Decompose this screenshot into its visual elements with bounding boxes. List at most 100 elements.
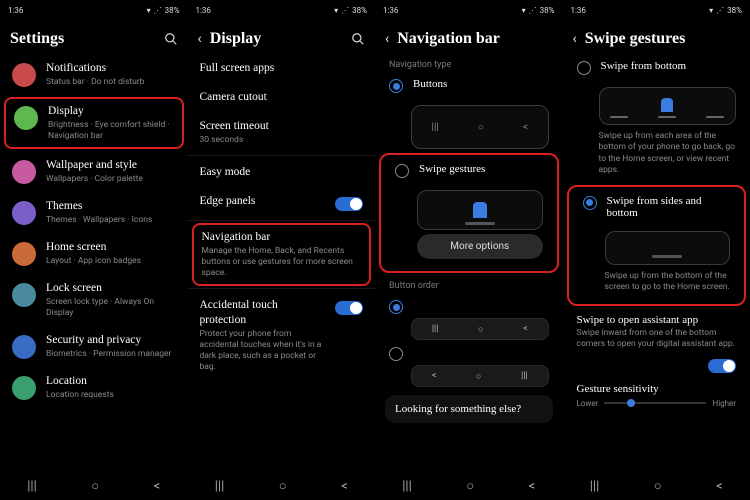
- status-bar: 1:36 ▾ ⋰ 38%: [0, 0, 188, 20]
- radio-swipe-option[interactable]: Swipe gestures: [381, 157, 557, 184]
- order-option-2[interactable]: [375, 342, 563, 361]
- looking-for-something[interactable]: Looking for something else?: [385, 395, 553, 423]
- display-list[interactable]: Full screen appsCamera cutoutScreen time…: [188, 54, 376, 472]
- recents-button[interactable]: |||: [590, 479, 600, 494]
- recents-button[interactable]: |||: [27, 479, 37, 494]
- settings-row-security-and-privacy[interactable]: Security and privacyBiometrics · Permiss…: [0, 326, 188, 367]
- display-row-edge-panels[interactable]: Edge panels: [188, 187, 376, 218]
- recents-button[interactable]: |||: [402, 479, 412, 494]
- row-label: Lock screen: [46, 281, 176, 296]
- gesture-sensitivity[interactable]: Gesture sensitivity: [563, 377, 750, 397]
- status-icons: ▾ ⋰ 38%: [334, 6, 367, 15]
- display-row-accidental-touch-protection[interactable]: Accidental touch protectionProtect your …: [188, 291, 376, 380]
- row-label: Navigation bar: [202, 230, 362, 245]
- row-sub: Wallpapers · Color palette: [46, 174, 176, 185]
- sens-slider-row[interactable]: Lower Higher: [563, 397, 750, 410]
- from-bottom-desc: Swipe up from each area of the bottom of…: [563, 129, 750, 183]
- display-row-navigation-bar[interactable]: Navigation barManage the Home, Back, and…: [192, 223, 372, 286]
- display-row-full-screen-apps[interactable]: Full screen apps: [188, 54, 376, 83]
- signal-icon: ⋰: [529, 6, 537, 15]
- assist-toggle[interactable]: [708, 359, 736, 373]
- status-icons: ▾ ⋰ 38%: [709, 6, 742, 15]
- swipe-assistant-row[interactable]: Swipe to open assistant app Swipe inward…: [563, 308, 750, 356]
- radio-buttons-option[interactable]: Buttons: [375, 72, 563, 99]
- sens-lower: Lower: [577, 399, 599, 408]
- radio-icon[interactable]: [583, 196, 597, 210]
- recents-button[interactable]: |||: [215, 479, 225, 494]
- display-row-screen-timeout[interactable]: Screen timeout30 seconds: [188, 112, 376, 153]
- screen-swipe-gestures: 1:36 ▾ ⋰ 38% ‹ Swipe gestures Swipe from…: [563, 0, 750, 500]
- radio-icon[interactable]: [389, 347, 403, 361]
- from-bottom-preview: [599, 87, 737, 125]
- page-title: Settings: [10, 30, 156, 48]
- display-row-camera-cutout[interactable]: Camera cutout: [188, 83, 376, 112]
- radio-icon[interactable]: [389, 300, 403, 314]
- settings-row-home-screen[interactable]: Home screenLayout · App icon badges: [0, 233, 188, 274]
- settings-row-notifications[interactable]: NotificationsStatus bar · Do not disturb: [0, 54, 188, 95]
- toggle[interactable]: [335, 301, 363, 315]
- gesture-bars: [610, 116, 724, 118]
- page-title: Swipe gestures: [585, 30, 740, 48]
- home-button[interactable]: ○: [91, 478, 99, 494]
- wifi-icon: ▾: [334, 6, 338, 15]
- radio-swipe-from-sides[interactable]: Swipe from sides and bottom: [569, 189, 745, 225]
- gesture-pill: [465, 222, 495, 225]
- radio-label: Swipe from bottom: [601, 60, 687, 72]
- system-nav[interactable]: ||| ○ <: [563, 472, 750, 500]
- radio-icon[interactable]: [395, 164, 409, 178]
- settings-row-display[interactable]: DisplayBrightness · Eye comfort shield ·…: [4, 97, 184, 149]
- settings-row-lock-screen[interactable]: Lock screenScreen lock type · Always On …: [0, 274, 188, 326]
- back-button[interactable]: <: [341, 479, 348, 494]
- battery-text: 38%: [540, 6, 555, 15]
- row-label: Security and privacy: [46, 333, 176, 348]
- row-sub: Protect your phone from accidental touch…: [200, 329, 326, 373]
- swipe-options[interactable]: Swipe from bottom Swipe up from each are…: [563, 54, 750, 472]
- gesture-handle-icon: [661, 98, 673, 112]
- back-icon[interactable]: ‹: [573, 31, 577, 47]
- radio-icon[interactable]: [389, 79, 403, 93]
- row-label: Display: [48, 104, 174, 119]
- settings-list[interactable]: NotificationsStatus bar · Do not disturb…: [0, 54, 188, 472]
- recents-glyph: |||: [521, 371, 528, 381]
- back-icon[interactable]: ‹: [198, 31, 202, 47]
- back-button[interactable]: <: [529, 479, 536, 494]
- screen-settings: 1:36 ▾ ⋰ 38% Settings NotificationsStatu…: [0, 0, 188, 500]
- order-option-1[interactable]: [375, 293, 563, 314]
- home-button[interactable]: ○: [466, 478, 474, 494]
- row-label: Notifications: [46, 61, 176, 76]
- settings-row-themes[interactable]: ThemesThemes · Wallpapers · Icons: [0, 192, 188, 233]
- navbar-options[interactable]: Navigation type Buttons ||| ○ < Swipe ge…: [375, 54, 563, 472]
- title-bar: ‹ Swipe gestures: [563, 20, 750, 54]
- search-icon[interactable]: [164, 32, 178, 46]
- recents-glyph: |||: [432, 122, 439, 133]
- lock-icon: [12, 283, 36, 307]
- search-icon[interactable]: [351, 32, 365, 46]
- back-button[interactable]: <: [716, 479, 723, 494]
- screen-navigation-bar: 1:36 ▾ ⋰ 38% ‹ Navigation bar Navigation…: [375, 0, 563, 500]
- from-sides-highlight: Swipe from sides and bottom Swipe up fro…: [567, 185, 747, 306]
- radio-swipe-from-bottom[interactable]: Swipe from bottom: [563, 54, 750, 81]
- home-button[interactable]: ○: [654, 478, 662, 494]
- row-sub: Status bar · Do not disturb: [46, 77, 176, 88]
- settings-row-wallpaper-and-style[interactable]: Wallpaper and styleWallpapers · Color pa…: [0, 151, 188, 192]
- assist-desc: Swipe inward from one of the bottom corn…: [577, 328, 737, 350]
- system-nav[interactable]: ||| ○ <: [375, 472, 563, 500]
- more-options-button[interactable]: More options: [417, 234, 543, 259]
- settings-row-location[interactable]: LocationLocation requests: [0, 367, 188, 408]
- themes-icon: [12, 201, 36, 225]
- system-nav[interactable]: ||| ○ <: [0, 472, 188, 500]
- looking-label: Looking for something else?: [395, 403, 543, 415]
- back-glyph: <: [523, 122, 528, 133]
- home-button[interactable]: ○: [279, 478, 287, 494]
- row-label: Edge panels: [200, 194, 326, 209]
- back-button[interactable]: <: [154, 479, 161, 494]
- back-icon[interactable]: ‹: [385, 31, 389, 47]
- wifi-icon: ▾: [709, 6, 713, 15]
- buttons-preview: ||| ○ <: [411, 105, 549, 149]
- toggle[interactable]: [335, 197, 363, 211]
- display-row-easy-mode[interactable]: Easy mode: [188, 158, 376, 187]
- sens-slider[interactable]: [604, 402, 706, 404]
- location-icon: [12, 376, 36, 400]
- system-nav[interactable]: ||| ○ <: [188, 472, 376, 500]
- radio-icon[interactable]: [577, 61, 591, 75]
